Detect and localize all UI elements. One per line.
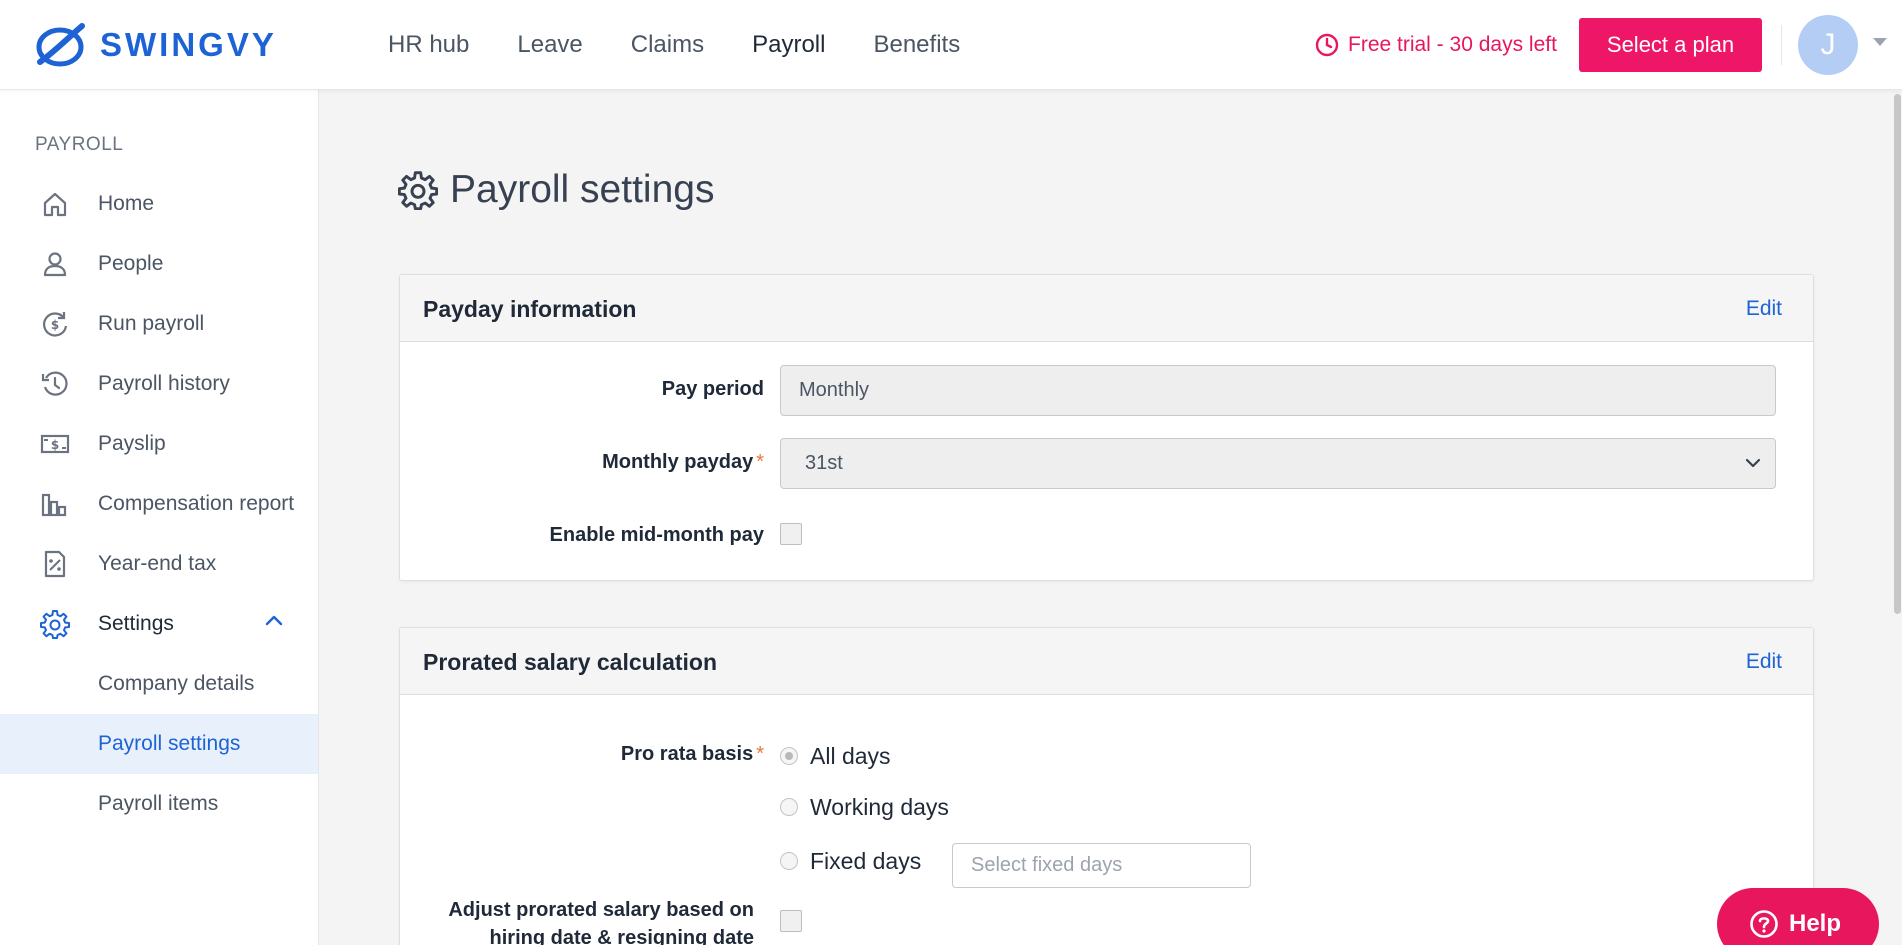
user-avatar[interactable]: J (1798, 15, 1858, 75)
header-divider (1781, 25, 1782, 65)
main-nav: HR hub Leave Claims Payroll Benefits (388, 0, 1008, 90)
card-title: Payday information (423, 296, 637, 322)
radio-label: All days (810, 742, 891, 769)
card-title: Prorated salary calculation (423, 649, 718, 675)
sidebar-item-run-payroll[interactable]: $ Run payroll (0, 294, 318, 354)
svg-text:$: $ (51, 318, 59, 332)
dollar-cycle-icon: $ (43, 312, 68, 337)
page-title-text: Payroll settings (450, 168, 715, 211)
sidebar-item-payslip[interactable]: $ Payslip (0, 414, 318, 474)
sidebar-subitem-label: Payroll settings (98, 732, 241, 755)
sidebar-item-compensation-report[interactable]: Compensation report (0, 474, 318, 534)
radio-button[interactable] (780, 798, 798, 816)
sidebar-item-label: Home (98, 192, 155, 215)
sidebar-item-label: Run payroll (98, 312, 205, 335)
nav-payroll[interactable]: Payroll (752, 31, 825, 59)
pro-rata-basis-label: Pro rata basis * (410, 743, 764, 766)
gear-icon (398, 171, 438, 210)
fixed-days-input[interactable] (952, 843, 1251, 888)
mid-month-pay-label-text: Enable mid-month pay (549, 524, 764, 546)
sidebar-item-label: People (98, 252, 164, 275)
required-mark: * (756, 451, 764, 473)
banknote-icon: $ (40, 434, 70, 454)
sidebar-subitem-label: Payroll items (98, 792, 219, 815)
radio-fixed-days[interactable]: Fixed days (780, 846, 921, 876)
card-header: Payday information Edit (400, 275, 1813, 342)
nav-claims[interactable]: Claims (631, 31, 704, 59)
card-header: Prorated salary calculation Edit (400, 628, 1813, 695)
required-mark: * (756, 743, 764, 765)
clock-icon (1315, 33, 1339, 57)
radio-button[interactable] (780, 852, 798, 870)
radio-label: Working days (810, 793, 949, 820)
radio-all-days[interactable]: All days (780, 741, 891, 771)
pay-period-label-text: Pay period (661, 378, 764, 400)
radio-working-days[interactable]: Working days (780, 792, 949, 822)
gear-icon (40, 610, 70, 639)
monthly-payday-select[interactable]: 31st (780, 438, 1776, 489)
sidebar-item-label: Payslip (98, 432, 166, 455)
svg-text:$: $ (51, 438, 59, 452)
mid-month-pay-checkbox[interactable] (780, 523, 802, 545)
free-trial-text: Free trial - 30 days left (1348, 33, 1557, 56)
question-circle-icon (1750, 910, 1778, 938)
swingvy-logo-icon (36, 23, 85, 67)
edit-prorated-button[interactable]: Edit (1746, 650, 1782, 674)
home-icon (43, 192, 67, 217)
payday-information-card: Payday information Edit Pay period Month… (399, 274, 1814, 581)
adjust-label-line2: hiring date & resigning date (489, 927, 754, 945)
help-label: Help (1789, 910, 1842, 937)
help-button[interactable]: Help (1717, 888, 1879, 945)
sidebar-item-label: Year-end tax (98, 552, 217, 575)
sidebar-item-settings[interactable]: Settings (0, 594, 318, 654)
adjust-label-line1: Adjust prorated salary based on (448, 899, 754, 921)
monthly-payday-label: Monthly payday * (410, 451, 764, 474)
prorated-salary-card: Prorated salary calculation Edit Pro rat… (399, 627, 1814, 945)
person-icon (43, 252, 67, 277)
top-navbar: SWINGVY HR hub Leave Claims Payroll Bene… (0, 0, 1902, 90)
select-plan-button[interactable]: Select a plan (1579, 18, 1762, 72)
pay-period-field[interactable]: Monthly (780, 365, 1776, 416)
logo-text: SWINGVY (100, 26, 277, 63)
nav-hr-hub[interactable]: HR hub (388, 31, 469, 59)
scrollbar-thumb[interactable] (1894, 94, 1901, 614)
adjust-prorated-label: Adjust prorated salary based on hiring d… (410, 896, 754, 945)
history-icon (41, 371, 68, 396)
chevron-up-icon[interactable] (265, 614, 283, 626)
sidebar-subitem-payroll-items[interactable]: Payroll items (0, 774, 318, 834)
sidebar: PAYROLL Home People $ Run payroll Payrol… (0, 90, 319, 945)
sidebar-subitem-label: Company details (98, 672, 255, 695)
mid-month-pay-label: Enable mid-month pay (410, 524, 764, 547)
sidebar-subitem-company-details[interactable]: Company details (0, 654, 318, 714)
sidebar-subitem-payroll-settings[interactable]: Payroll settings (0, 714, 318, 774)
bar-chart-icon (41, 493, 67, 517)
pro-rata-basis-label-text: Pro rata basis (620, 743, 754, 765)
sidebar-item-label: Payroll history (98, 372, 230, 395)
edit-payday-button[interactable]: Edit (1746, 297, 1782, 321)
monthly-payday-value: 31st (805, 452, 843, 474)
page-title: Payroll settings (398, 165, 714, 215)
sidebar-item-year-end-tax[interactable]: Year-end tax (0, 534, 318, 594)
sidebar-item-label: Compensation report (98, 492, 295, 515)
free-trial-notice[interactable]: Free trial - 30 days left (1315, 30, 1557, 60)
sidebar-item-home[interactable]: Home (0, 174, 318, 234)
radio-label: Fixed days (810, 847, 922, 874)
chevron-down-icon (1745, 458, 1761, 468)
sidebar-item-payroll-history[interactable]: Payroll history (0, 354, 318, 414)
adjust-prorated-checkbox[interactable] (780, 910, 802, 932)
monthly-payday-label-text: Monthly payday (602, 451, 754, 473)
sidebar-section-title: PAYROLL (35, 134, 124, 155)
pay-period-label: Pay period (410, 378, 764, 401)
percent-document-icon (44, 550, 66, 578)
nav-benefits[interactable]: Benefits (873, 31, 960, 59)
radio-button[interactable] (780, 747, 798, 765)
caret-down-icon[interactable] (1873, 38, 1887, 46)
sidebar-item-label: Settings (98, 612, 174, 635)
nav-leave[interactable]: Leave (517, 31, 582, 59)
sidebar-item-people[interactable]: People (0, 234, 318, 294)
swingvy-logo[interactable]: SWINGVY (34, 22, 277, 68)
page-scrollbar[interactable] (1893, 90, 1902, 945)
